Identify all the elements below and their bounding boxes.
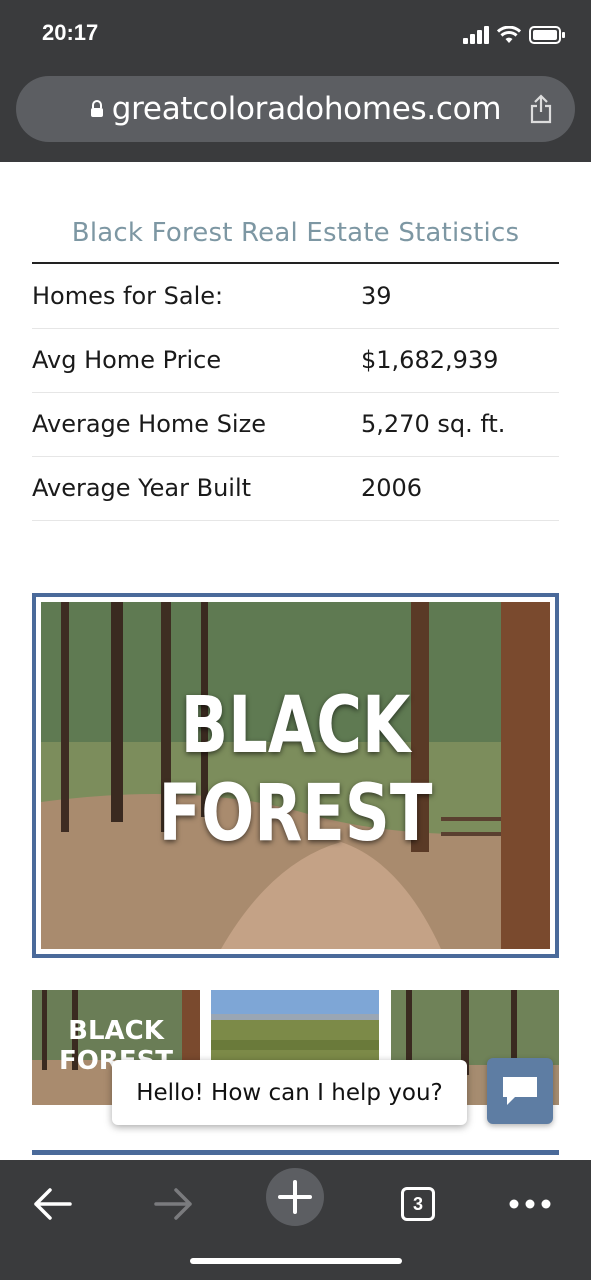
stats-label: Average Home Size [32, 410, 266, 438]
cellular-signal-icon [463, 26, 489, 44]
stats-value: 39 [361, 282, 392, 310]
battery-icon [529, 26, 565, 44]
chat-open-button[interactable] [487, 1058, 553, 1124]
thumbnail-title-line1: BLACK [68, 1016, 164, 1046]
hero-photo: BLACK FOREST [41, 602, 550, 949]
plus-icon [278, 1180, 312, 1214]
tabs-button[interactable]: 3 [388, 1174, 448, 1234]
stats-value: 5,270 sq. ft. [361, 410, 506, 438]
chat-greeting-text: Hello! How can I help you? [136, 1079, 443, 1106]
stats-value: $1,682,939 [361, 346, 499, 374]
chat-icon [503, 1077, 537, 1105]
stats-title: Black Forest Real Estate Statistics [71, 218, 520, 248]
stats-label: Avg Home Price [32, 346, 222, 374]
stats-row: Avg Home Price $1,682,939 [32, 328, 559, 393]
stats-row: Homes for Sale: 39 [32, 264, 559, 329]
url-text: greatcoloradohomes.com [111, 91, 502, 127]
status-icons [463, 24, 565, 46]
wifi-icon [497, 26, 521, 43]
hero-title-line2: FOREST [158, 769, 433, 859]
hero-title-line1: BLACK [180, 681, 411, 771]
section-divider [32, 1150, 559, 1155]
back-button[interactable] [22, 1174, 82, 1234]
forward-arrow-icon [154, 1188, 192, 1220]
new-tab-button[interactable] [266, 1168, 324, 1226]
tab-count: 3 [401, 1187, 435, 1221]
more-menu-button[interactable] [500, 1174, 560, 1234]
home-indicator[interactable] [190, 1258, 402, 1264]
browser-top-bar: 20:17 greatcoloradohomes.com [0, 0, 591, 162]
stats-label: Average Year Built [32, 474, 252, 502]
address-bar[interactable]: greatcoloradohomes.com [16, 76, 575, 142]
stats-row: Average Year Built 2006 [32, 456, 559, 521]
forward-button[interactable] [144, 1174, 204, 1234]
back-arrow-icon [34, 1188, 72, 1220]
share-icon[interactable] [529, 94, 553, 124]
stats-value: 2006 [361, 474, 423, 502]
chat-greeting-bubble[interactable]: Hello! How can I help you? [112, 1060, 467, 1125]
stats-row: Average Home Size 5,270 sq. ft. [32, 392, 559, 457]
more-dots-icon [509, 1199, 551, 1209]
hero-title: BLACK FOREST [41, 682, 550, 858]
lock-icon [90, 100, 103, 117]
status-time: 20:17 [42, 20, 99, 45]
black-forest-hero-image[interactable]: BLACK FOREST [32, 593, 559, 958]
stats-label: Homes for Sale: [32, 282, 224, 310]
